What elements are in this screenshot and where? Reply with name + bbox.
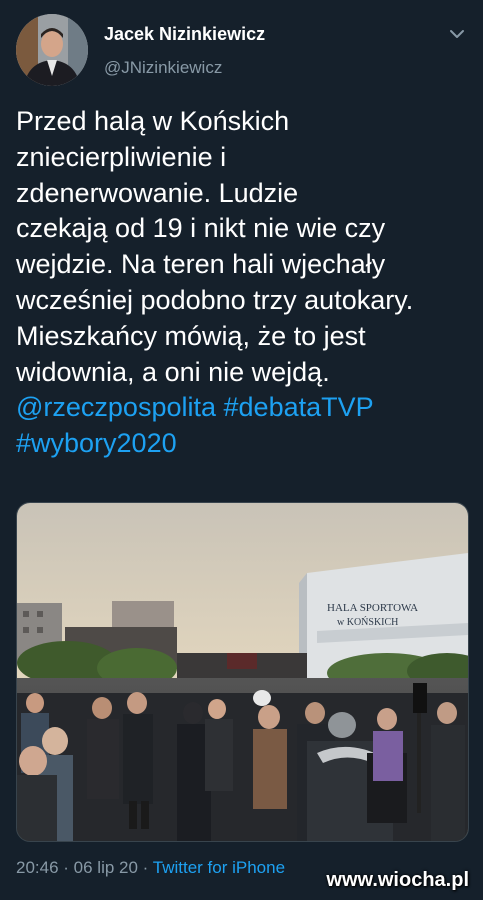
- tweet-line: zniecierpliwienie i: [16, 141, 227, 172]
- tweet-text: Przed halą w Końskich zniecierpliwienie …: [16, 104, 468, 462]
- author-name[interactable]: Jacek Nizinkiewicz: [104, 24, 265, 45]
- building-sign: HALA SPORTOWA: [327, 602, 418, 614]
- tweet-line: widownia, a oni nie wejdą.: [16, 356, 330, 387]
- separator: ·: [58, 858, 74, 877]
- author-handle[interactable]: @JNizinkiewicz: [104, 58, 222, 78]
- building-sign: w KOŃSKICH: [337, 616, 398, 628]
- tweet-line: wejdzie. Na teren hali wjechały: [16, 249, 386, 280]
- tweet-time[interactable]: 20:46: [16, 858, 59, 877]
- separator: ·: [137, 858, 153, 877]
- tweet-footer: 20:46 · 06 lip 20 · Twitter for iPhone: [16, 858, 285, 878]
- tweet-line: Przed halą w Końskich: [16, 106, 290, 136]
- tweet-line: Mieszkańcy mówią, że to jest: [16, 320, 366, 351]
- hashtag-link[interactable]: #debataTVP: [224, 392, 374, 422]
- tweet-photo[interactable]: HALA SPORTOWA w KOŃSKICH: [16, 502, 469, 842]
- chevron-down-icon[interactable]: [447, 24, 467, 44]
- hashtag-link[interactable]: #wybory2020: [16, 428, 177, 458]
- avatar[interactable]: [16, 14, 88, 86]
- tweet-line: zdenerwowanie. Ludzie: [16, 177, 299, 208]
- watermark: www.wiocha.pl: [326, 869, 469, 891]
- tweet-links-line: @rzeczpospolita #debataTVP: [16, 390, 468, 426]
- tweet-links-line: #wybory2020: [16, 426, 468, 462]
- mention-link[interactable]: @rzeczpospolita: [16, 392, 216, 422]
- tweet-date[interactable]: 06 lip 20: [74, 858, 138, 877]
- tweet-line: wcześniej podobno trzy autokary.: [16, 284, 414, 315]
- tweet-header: Jacek Nizinkiewicz @JNizinkiewicz: [16, 14, 471, 86]
- tweet-source-link[interactable]: Twitter for iPhone: [153, 858, 285, 877]
- tweet-line: czekają od 19 i nikt nie wie czy: [16, 213, 386, 244]
